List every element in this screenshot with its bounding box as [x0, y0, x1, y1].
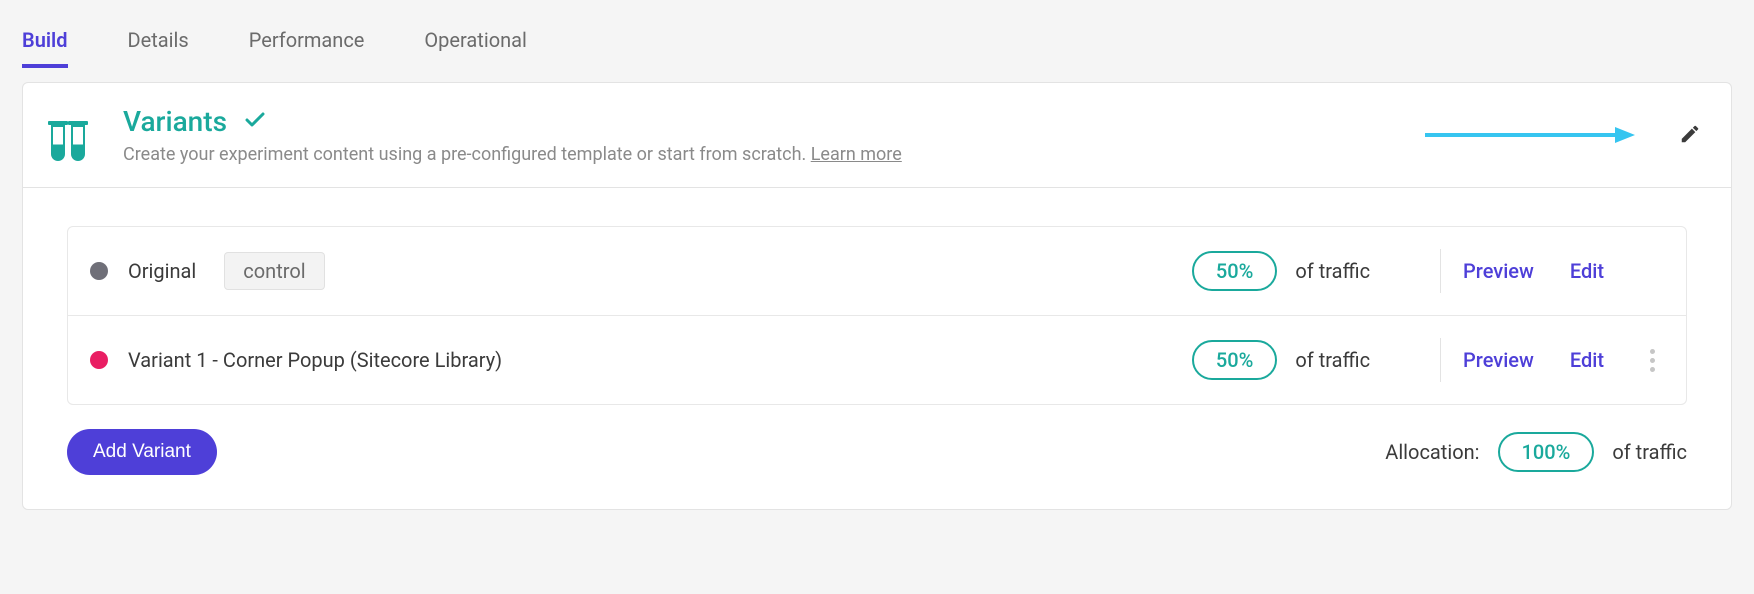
variants-card: Variants Create your experiment content …: [22, 82, 1732, 510]
traffic-percent-pill: 50%: [1192, 340, 1277, 380]
tab-build[interactable]: Build: [22, 28, 68, 68]
variants-table: Original control 50% of traffic Preview …: [67, 226, 1687, 405]
check-icon: [243, 108, 267, 136]
pointer-arrow: [1425, 125, 1635, 145]
card-footer: Add Variant Allocation: 100% of traffic: [23, 405, 1731, 509]
divider: [1440, 249, 1441, 293]
tab-bar: Build Details Performance Operational: [0, 0, 1754, 68]
section-title: Variants: [123, 105, 227, 138]
edit-link[interactable]: Edit: [1570, 348, 1604, 372]
variant-color-dot: [90, 351, 108, 369]
add-variant-button[interactable]: Add Variant: [67, 429, 217, 475]
of-traffic-label: of traffic: [1295, 259, 1370, 283]
edit-link[interactable]: Edit: [1570, 259, 1604, 283]
control-badge: control: [224, 252, 324, 290]
variant-row: Original control 50% of traffic Preview …: [68, 227, 1686, 316]
allocation-label: Allocation:: [1385, 440, 1479, 464]
traffic-percent-pill: 50%: [1192, 251, 1277, 291]
tab-operational[interactable]: Operational: [424, 28, 526, 68]
card-header: Variants Create your experiment content …: [23, 83, 1731, 188]
test-tubes-icon: [51, 115, 93, 161]
variant-name: Variant 1 - Corner Popup (Sitecore Libra…: [128, 348, 502, 372]
allocation-percent-pill: 100%: [1498, 432, 1595, 472]
section-subtitle: Create your experiment content using a p…: [123, 144, 1703, 165]
pencil-icon: [1679, 123, 1701, 145]
divider: [1440, 338, 1441, 382]
learn-more-link[interactable]: Learn more: [811, 144, 902, 165]
variant-name: Original: [128, 259, 196, 283]
tab-performance[interactable]: Performance: [249, 28, 365, 68]
preview-link[interactable]: Preview: [1463, 259, 1534, 283]
more-menu-button[interactable]: [1640, 349, 1664, 372]
edit-section-button[interactable]: [1679, 123, 1703, 147]
preview-link[interactable]: Preview: [1463, 348, 1534, 372]
variant-color-dot: [90, 262, 108, 280]
of-traffic-label: of traffic: [1295, 348, 1370, 372]
tab-details[interactable]: Details: [128, 28, 189, 68]
of-traffic-label: of traffic: [1612, 440, 1687, 464]
variant-row: Variant 1 - Corner Popup (Sitecore Libra…: [68, 316, 1686, 404]
